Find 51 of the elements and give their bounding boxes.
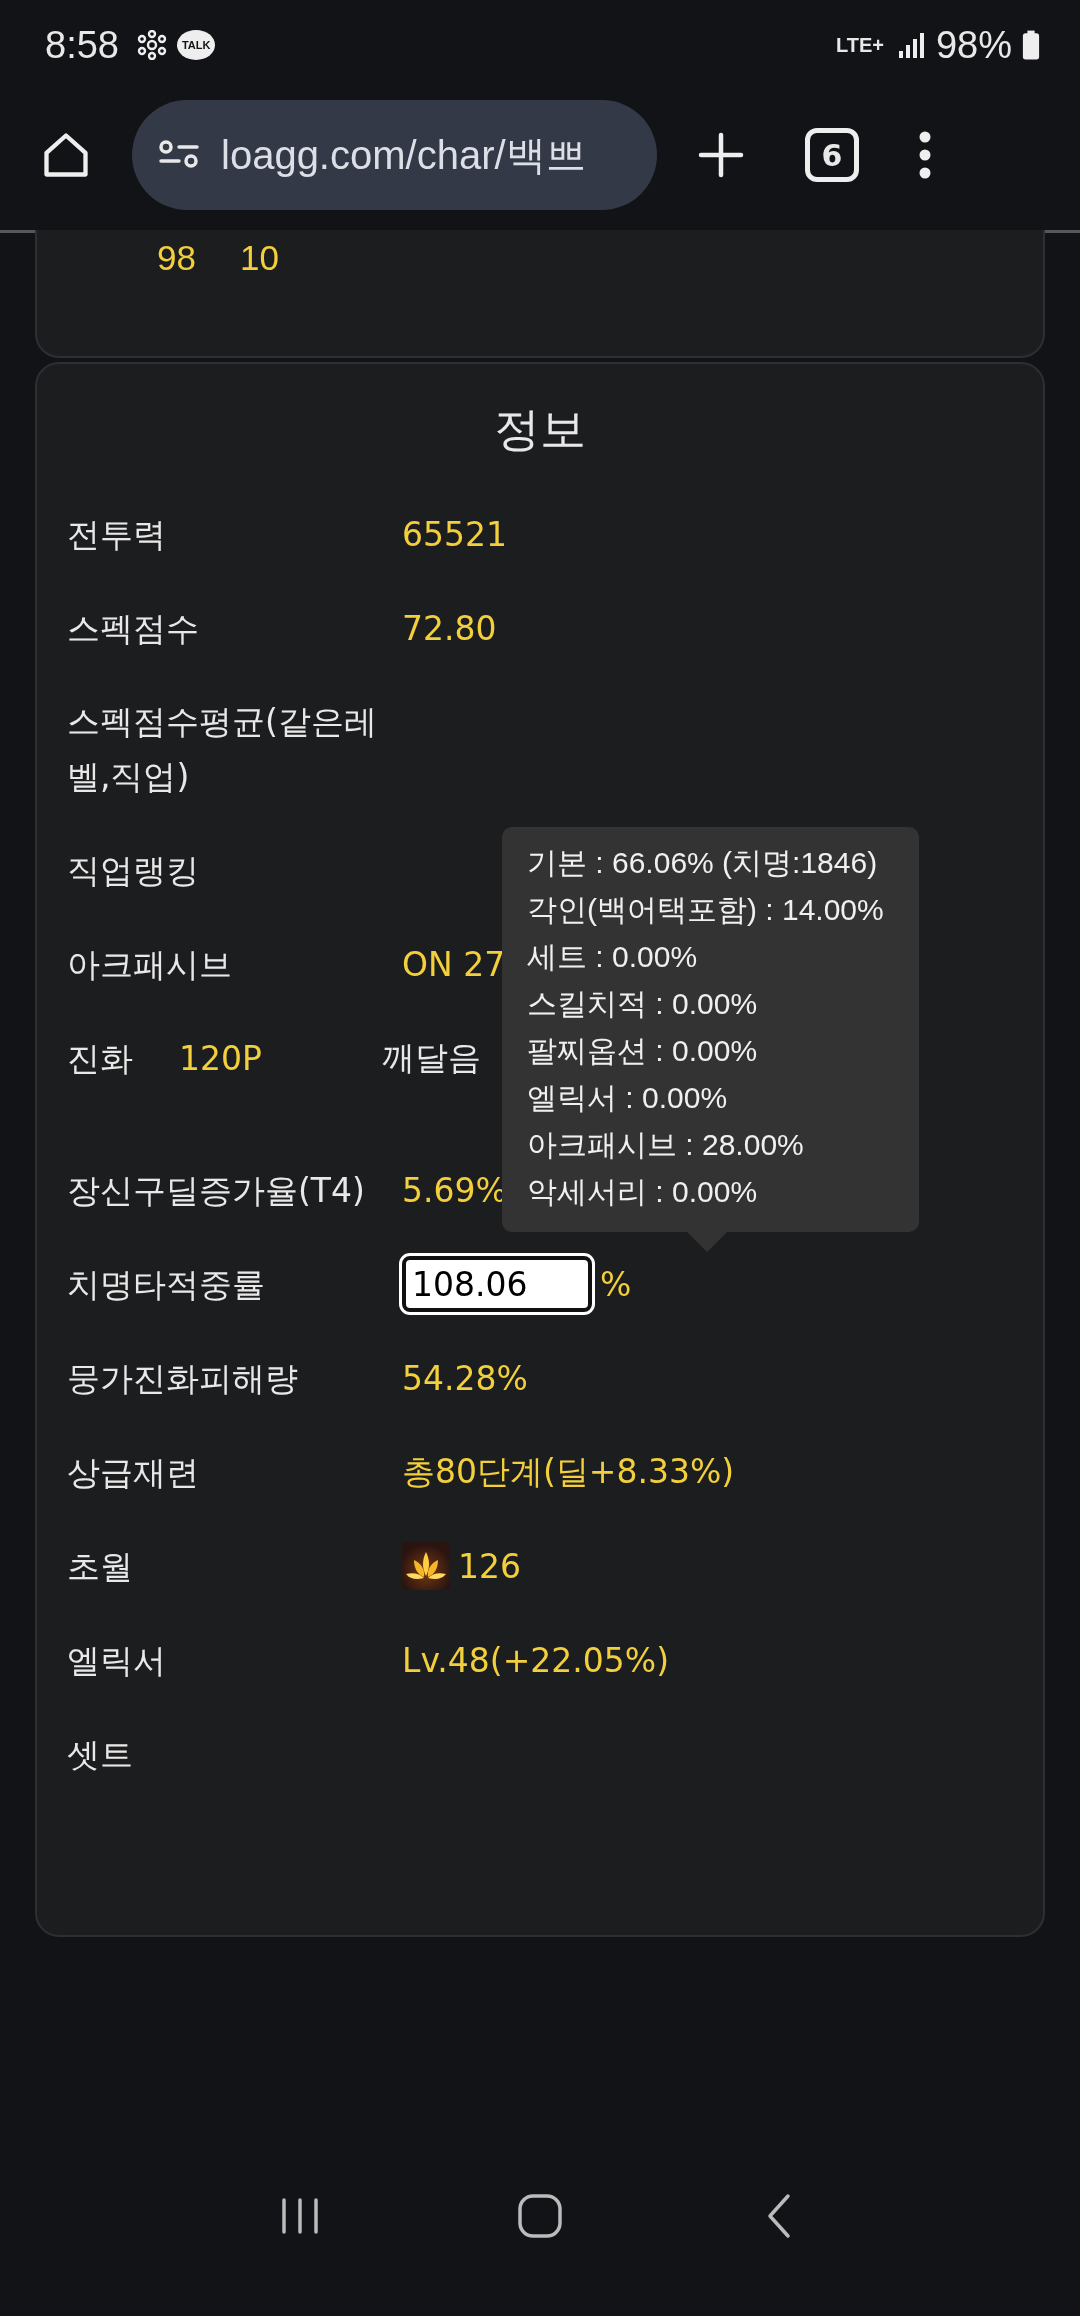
stat-label: 뭉가진화피해량 (67, 1357, 299, 1400)
stat-label: 아크패시브 (67, 943, 233, 986)
battery-level: 98% (935, 23, 1012, 67)
tooltip-line: 아크패시브 : 28.00% (527, 1127, 805, 1163)
stat-value: 10 (239, 238, 279, 279)
stat-label: 스펙점수평균(같은레벨,직업) (67, 701, 378, 798)
stat-value: 54.28% (402, 1358, 528, 1398)
stat-label: 전투력 (67, 513, 167, 556)
tooltip-line: 스킬치적 : 0.00% (527, 986, 759, 1022)
status-time: 8:58 (45, 23, 119, 67)
stat-label: 진화 (67, 1037, 134, 1080)
chat-badge: TALK (176, 30, 216, 60)
stat-label: 치명타적중률 (67, 1263, 266, 1306)
address-bar[interactable]: loagg.com/char/백쁘 (132, 100, 657, 210)
unit-text: % (600, 1264, 632, 1304)
tooltip-line: 기본 : 66.06% (치명:1846) (527, 845, 879, 881)
stat-label: 직업랭킹 (67, 849, 200, 892)
home-button-icon[interactable] (516, 2192, 564, 2240)
site-settings-icon[interactable] (157, 139, 201, 171)
stat-value: 126 (458, 1546, 521, 1586)
network-hub-icon (136, 30, 167, 60)
tab-count-button[interactable]: 6 (805, 128, 859, 182)
stat-label: 엘릭서 (67, 1639, 167, 1682)
stat-value: 98 (157, 238, 196, 279)
lotus-icon (402, 1542, 450, 1590)
network-type: LTE+ (835, 33, 884, 57)
tooltip-line: 팔찌옵션 : 0.00% (527, 1033, 759, 1069)
stat-label: 셋트 (67, 1733, 134, 1776)
signal-icon (897, 31, 926, 59)
tooltip-line: 악세서리 : 0.00% (527, 1174, 759, 1210)
stat-label: 장신구딜증가율(T4) (67, 1169, 366, 1212)
stat-label: 스펙점수 (67, 607, 200, 650)
stat-value: 65521 (402, 514, 507, 554)
input-field[interactable]: 108.06 (402, 1256, 592, 1312)
stat-value: 총80단계(딜+8.33%) (402, 1450, 735, 1493)
new-tab-icon[interactable] (697, 131, 745, 179)
url-text: loagg.com/char/백쁘 (221, 131, 586, 179)
more-menu-icon[interactable] (919, 131, 931, 179)
stat-label: 깨달음 (382, 1036, 481, 1079)
stat-value: Lv.48(+22.05%) (402, 1640, 670, 1680)
stat-value: 5.69% (402, 1170, 507, 1210)
tooltip-line: 각인(백어택포함) : 14.00% (527, 892, 885, 928)
tooltip-line: 엘릭서 : 0.00% (527, 1080, 729, 1116)
card-title: 정보 (493, 401, 587, 458)
stat-value: ON 27 (402, 944, 506, 984)
stat-label: 상급재련 (67, 1451, 200, 1494)
tooltip-line: 세트 : 0.00% (527, 939, 699, 975)
battery-icon (1022, 30, 1040, 60)
stat-label: 초월 (67, 1545, 134, 1588)
stat-value: 120P (179, 1038, 263, 1078)
stat-value: 72.80 (402, 608, 497, 648)
